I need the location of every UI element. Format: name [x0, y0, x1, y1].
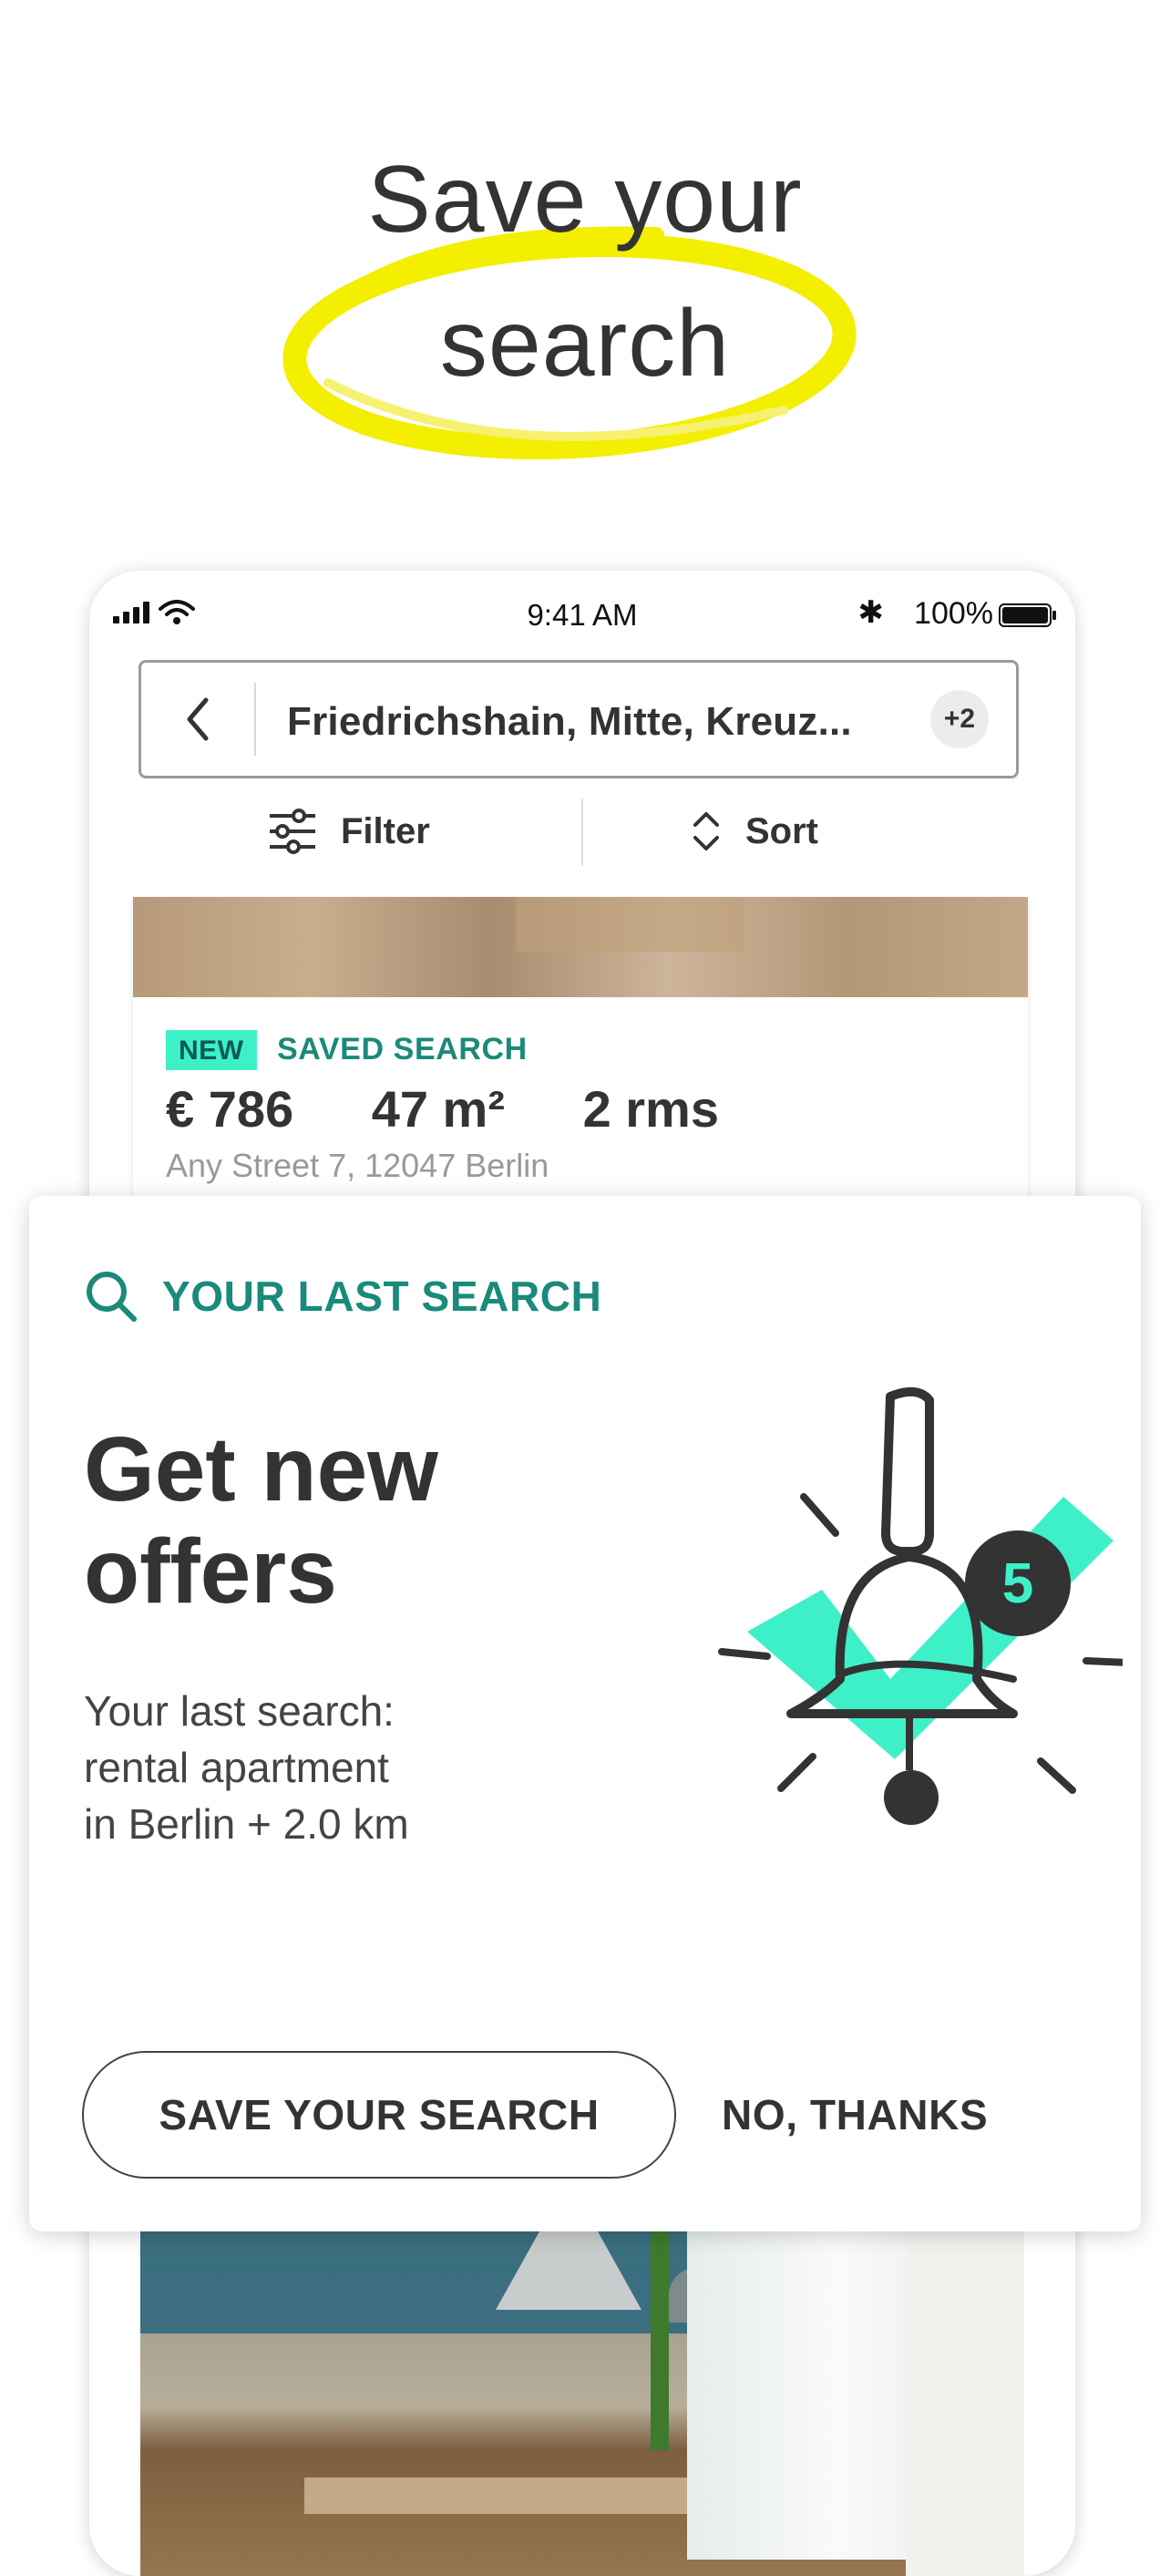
filter-button[interactable]: Filter	[268, 795, 430, 868]
sort-icon	[693, 812, 719, 850]
search-icon	[87, 1272, 137, 1322]
listing-area: 47 m²	[371, 1080, 505, 1138]
dialog-title-line-2: offers	[84, 1520, 337, 1623]
battery-percent: 100%	[914, 596, 993, 631]
sort-button[interactable]: Sort	[691, 795, 818, 868]
dialog-header: YOUR LAST SEARCH	[84, 1269, 601, 1324]
sort-label: Sort	[745, 810, 818, 851]
new-badge: NEW	[166, 1030, 257, 1070]
divider	[254, 683, 256, 756]
dialog-desc-line-2: rental apartment	[84, 1744, 389, 1791]
dialog-title: Get new offers	[84, 1418, 438, 1623]
headline-line-1: Save your	[367, 147, 803, 252]
search-bar[interactable]: Friedrichshain, Mitte, Kreuz... +2	[139, 660, 1019, 778]
filter-label: Filter	[341, 810, 430, 851]
dialog-description: Your last search: rental apartment in Be…	[84, 1683, 409, 1852]
back-button[interactable]	[141, 663, 254, 776]
extra-locations-badge[interactable]: +2	[930, 690, 989, 748]
status-bar: 9:41 AM ✱ 100%	[89, 583, 1075, 632]
dialog-section-label: YOUR LAST SEARCH	[162, 1273, 602, 1320]
bell-checkmark-icon: 5	[718, 1386, 1123, 1825]
no-thanks-button[interactable]: NO, THANKS	[722, 2051, 988, 2179]
bell-count: 5	[1002, 1552, 1033, 1615]
chevron-left-icon	[187, 697, 209, 741]
headline-line-2: search	[439, 291, 731, 397]
sliders-icon	[270, 809, 315, 854]
bluetooth-icon: ✱	[857, 595, 885, 630]
dialog-desc-line-3: in Berlin + 2.0 km	[84, 1800, 409, 1848]
listing-price: € 786	[166, 1080, 294, 1138]
save-search-button[interactable]: SAVE YOUR SEARCH	[82, 2051, 676, 2179]
divider	[581, 799, 583, 866]
saved-search-label: SAVED SEARCH	[277, 1032, 528, 1066]
listing-facts: € 786 47 m² 2 rms	[166, 1079, 783, 1139]
save-search-dialog: YOUR LAST SEARCH Get new offers Your las…	[29, 1196, 1141, 2231]
listing-photo-kitchen	[140, 2231, 1024, 2576]
dialog-title-line-1: Get new	[84, 1418, 438, 1520]
battery-icon	[999, 603, 1056, 627]
listing-address: Any Street 7, 12047 Berlin	[166, 1147, 549, 1184]
listing-card[interactable]: NEW SAVED SEARCH € 786 47 m² 2 rms Any S…	[133, 897, 1028, 1207]
listing-photo	[133, 897, 1028, 997]
filter-sort-bar: Filter Sort	[89, 795, 1075, 868]
search-query-text[interactable]: Friedrichshain, Mitte, Kreuz...	[287, 699, 852, 745]
listing-rooms: 2 rms	[582, 1080, 719, 1138]
dialog-desc-line-1: Your last search:	[84, 1687, 395, 1735]
